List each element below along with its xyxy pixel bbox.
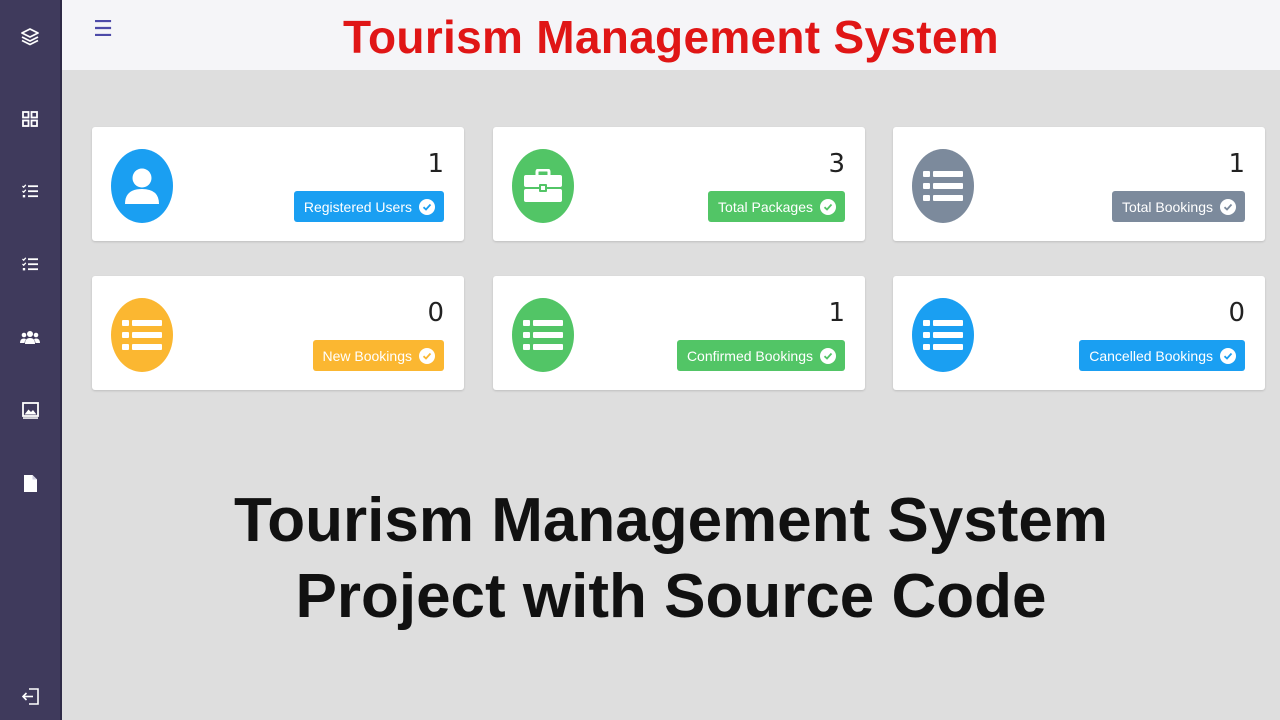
stat-card-cancelled-bookings: 0 Cancelled Bookings (893, 276, 1265, 390)
stat-card-registered-users: 1 Registered Users (92, 127, 464, 241)
list-icon (912, 298, 974, 372)
registered-users-button[interactable]: Registered Users (293, 191, 444, 222)
stat-count: 1 (427, 149, 444, 179)
cancelled-bookings-button[interactable]: Cancelled Bookings (1079, 340, 1245, 371)
page-title: Tourism Management System (343, 11, 999, 63)
badge-label: Registered Users (303, 198, 412, 215)
stat-count: 0 (427, 298, 444, 328)
sidebar (0, 0, 62, 720)
list-icon (111, 298, 173, 372)
image-icon[interactable] (0, 395, 60, 425)
logout-icon[interactable] (0, 681, 60, 711)
check-circle-icon (820, 198, 836, 215)
check-circle-icon (1220, 198, 1236, 215)
badge-label: New Bookings (322, 347, 413, 364)
badge-label: Cancelled Bookings (1089, 347, 1213, 364)
check-circle-icon (419, 347, 435, 364)
headline-line-1: Tourism Management System (234, 486, 1108, 555)
headline-line-2: Project with Source Code (295, 562, 1047, 631)
briefcase-icon (512, 149, 574, 223)
list-icon (912, 149, 974, 223)
stat-count: 1 (1228, 149, 1245, 179)
badge-label: Confirmed Bookings (686, 347, 813, 364)
headline-text: Tourism Management System Project with S… (62, 483, 1280, 635)
new-bookings-button[interactable]: New Bookings (312, 340, 444, 371)
check-circle-icon (1220, 347, 1236, 364)
layers-icon[interactable] (0, 22, 60, 52)
stat-count: 0 (1228, 298, 1245, 328)
users-icon[interactable] (0, 322, 60, 352)
stat-card-confirmed-bookings: 1 Confirmed Bookings (493, 276, 865, 390)
stat-card-total-packages: 3 Total Packages (493, 127, 865, 241)
check-circle-icon (419, 198, 435, 215)
confirmed-bookings-button[interactable]: Confirmed Bookings (676, 340, 845, 371)
checklist-icon[interactable] (0, 249, 60, 279)
total-bookings-button[interactable]: Total Bookings (1111, 191, 1245, 222)
top-bar: ☰ Tourism Management System (62, 0, 1280, 70)
document-icon[interactable] (0, 468, 60, 498)
badge-label: Total Packages (718, 198, 813, 215)
stat-count: 1 (828, 298, 845, 328)
stat-card-total-bookings: 1 Total Bookings (893, 127, 1265, 241)
dashboard-grid-icon[interactable] (0, 104, 60, 134)
total-packages-button[interactable]: Total Packages (708, 191, 845, 222)
check-circle-icon (820, 347, 836, 364)
checklist-icon[interactable] (0, 176, 60, 206)
list-icon (512, 298, 574, 372)
stat-count: 3 (828, 149, 845, 179)
stat-card-new-bookings: 0 New Bookings (92, 276, 464, 390)
badge-label: Total Bookings (1121, 198, 1213, 215)
user-icon (111, 149, 173, 223)
